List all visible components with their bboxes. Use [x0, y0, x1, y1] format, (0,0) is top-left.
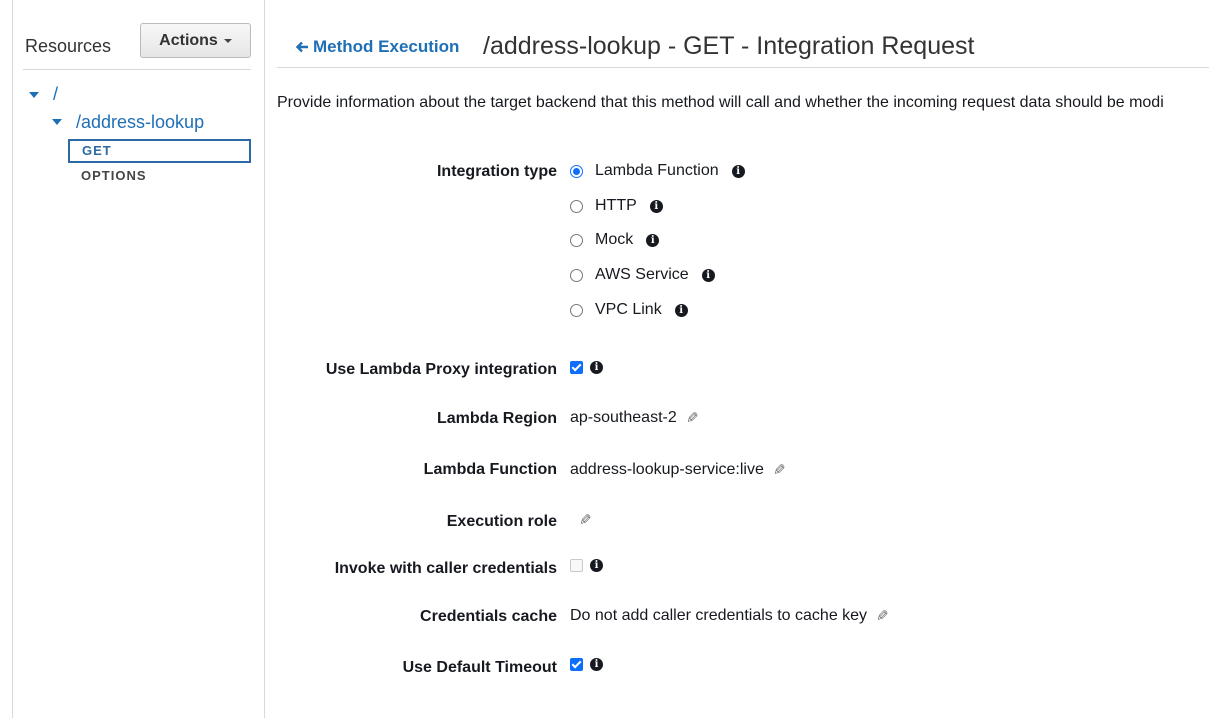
method-execution-link[interactable]: Method Execution [295, 37, 459, 57]
lambda-function-label: Lambda Function [423, 461, 557, 478]
radio-button[interactable] [570, 164, 583, 178]
tree-method-get[interactable]: GET [68, 139, 251, 163]
radio-button[interactable] [570, 233, 583, 247]
tree-item-address-lookup[interactable]: /address-lookup [76, 112, 204, 133]
radio-aws-service[interactable]: AWS Service i [570, 266, 715, 284]
radio-button[interactable] [570, 303, 583, 317]
lambda-proxy-label: Use Lambda Proxy integration [325, 361, 557, 378]
lambda-function-value-row: address-lookup-service:live ✎ [570, 461, 785, 479]
lambda-proxy-control: i [570, 361, 603, 374]
tree-item-root[interactable]: / [53, 84, 58, 105]
radio-button[interactable] [570, 199, 583, 213]
actions-label: Actions [159, 31, 218, 49]
default-timeout-control: i [570, 658, 603, 671]
radio-mock[interactable]: Mock i [570, 231, 660, 249]
tree-method-options[interactable]: OPTIONS [81, 168, 147, 183]
lambda-function-value: address-lookup-service:live [570, 461, 764, 478]
credentials-cache-label: Credentials cache [420, 608, 557, 625]
execution-role-value-row: ✎ [570, 511, 592, 529]
execution-role-label: Execution role [446, 513, 557, 530]
pencil-icon[interactable]: ✎ [686, 409, 699, 427]
info-icon[interactable]: i [649, 199, 663, 213]
pencil-icon[interactable]: ✎ [876, 607, 889, 625]
caret-down-icon [223, 38, 232, 43]
sidebar-divider [23, 69, 251, 70]
caller-credentials-checkbox[interactable] [570, 559, 583, 572]
page-description: Provide information about the target bac… [277, 94, 1164, 111]
radio-lambda-function[interactable]: Lambda Function i [570, 162, 745, 180]
radio-label: HTTP [595, 197, 637, 214]
credentials-cache-value: Do not add caller credentials to cache k… [570, 607, 868, 624]
radio-label: VPC Link [595, 301, 662, 318]
integration-type-label: Integration type [436, 163, 557, 180]
lambda-region-label: Lambda Region [436, 410, 557, 427]
tree-toggle-icon[interactable] [29, 92, 39, 98]
info-icon[interactable]: i [646, 233, 660, 247]
lambda-region-value: ap-southeast-2 [570, 409, 677, 426]
lambda-region-value-row: ap-southeast-2 ✎ [570, 409, 698, 427]
default-timeout-label: Use Default Timeout [402, 659, 557, 676]
pencil-icon[interactable]: ✎ [773, 461, 786, 479]
radio-vpc-link[interactable]: VPC Link i [570, 301, 688, 319]
page-title: /address-lookup - GET - Integration Requ… [483, 32, 975, 60]
pencil-icon[interactable]: ✎ [579, 511, 592, 529]
credentials-cache-value-row: Do not add caller credentials to cache k… [570, 607, 889, 625]
method-execution-label: Method Execution [313, 37, 460, 56]
info-icon[interactable]: i [674, 303, 688, 317]
radio-http[interactable]: HTTP i [570, 197, 663, 215]
resources-title: Resources [25, 36, 112, 56]
arrow-left-icon [295, 41, 308, 53]
radio-button[interactable] [570, 268, 583, 282]
default-timeout-checkbox[interactable] [570, 658, 583, 671]
actions-button[interactable]: Actions [140, 23, 251, 58]
info-icon[interactable]: i [701, 268, 715, 282]
caller-credentials-label: Invoke with caller credentials [334, 560, 557, 577]
lambda-proxy-checkbox[interactable] [570, 361, 583, 374]
radio-label: AWS Service [595, 266, 689, 283]
info-icon[interactable]: i [731, 164, 745, 178]
radio-label: Lambda Function [595, 162, 719, 179]
resources-sidebar: Resources Actions / /address-lookup GET … [13, 0, 265, 718]
tree-toggle-icon[interactable] [52, 119, 62, 125]
info-icon[interactable]: i [590, 658, 603, 671]
title-divider [277, 67, 1209, 68]
caller-credentials-control: i [570, 559, 603, 572]
info-icon[interactable]: i [590, 361, 603, 374]
info-icon[interactable]: i [590, 559, 603, 572]
radio-label: Mock [595, 231, 634, 248]
